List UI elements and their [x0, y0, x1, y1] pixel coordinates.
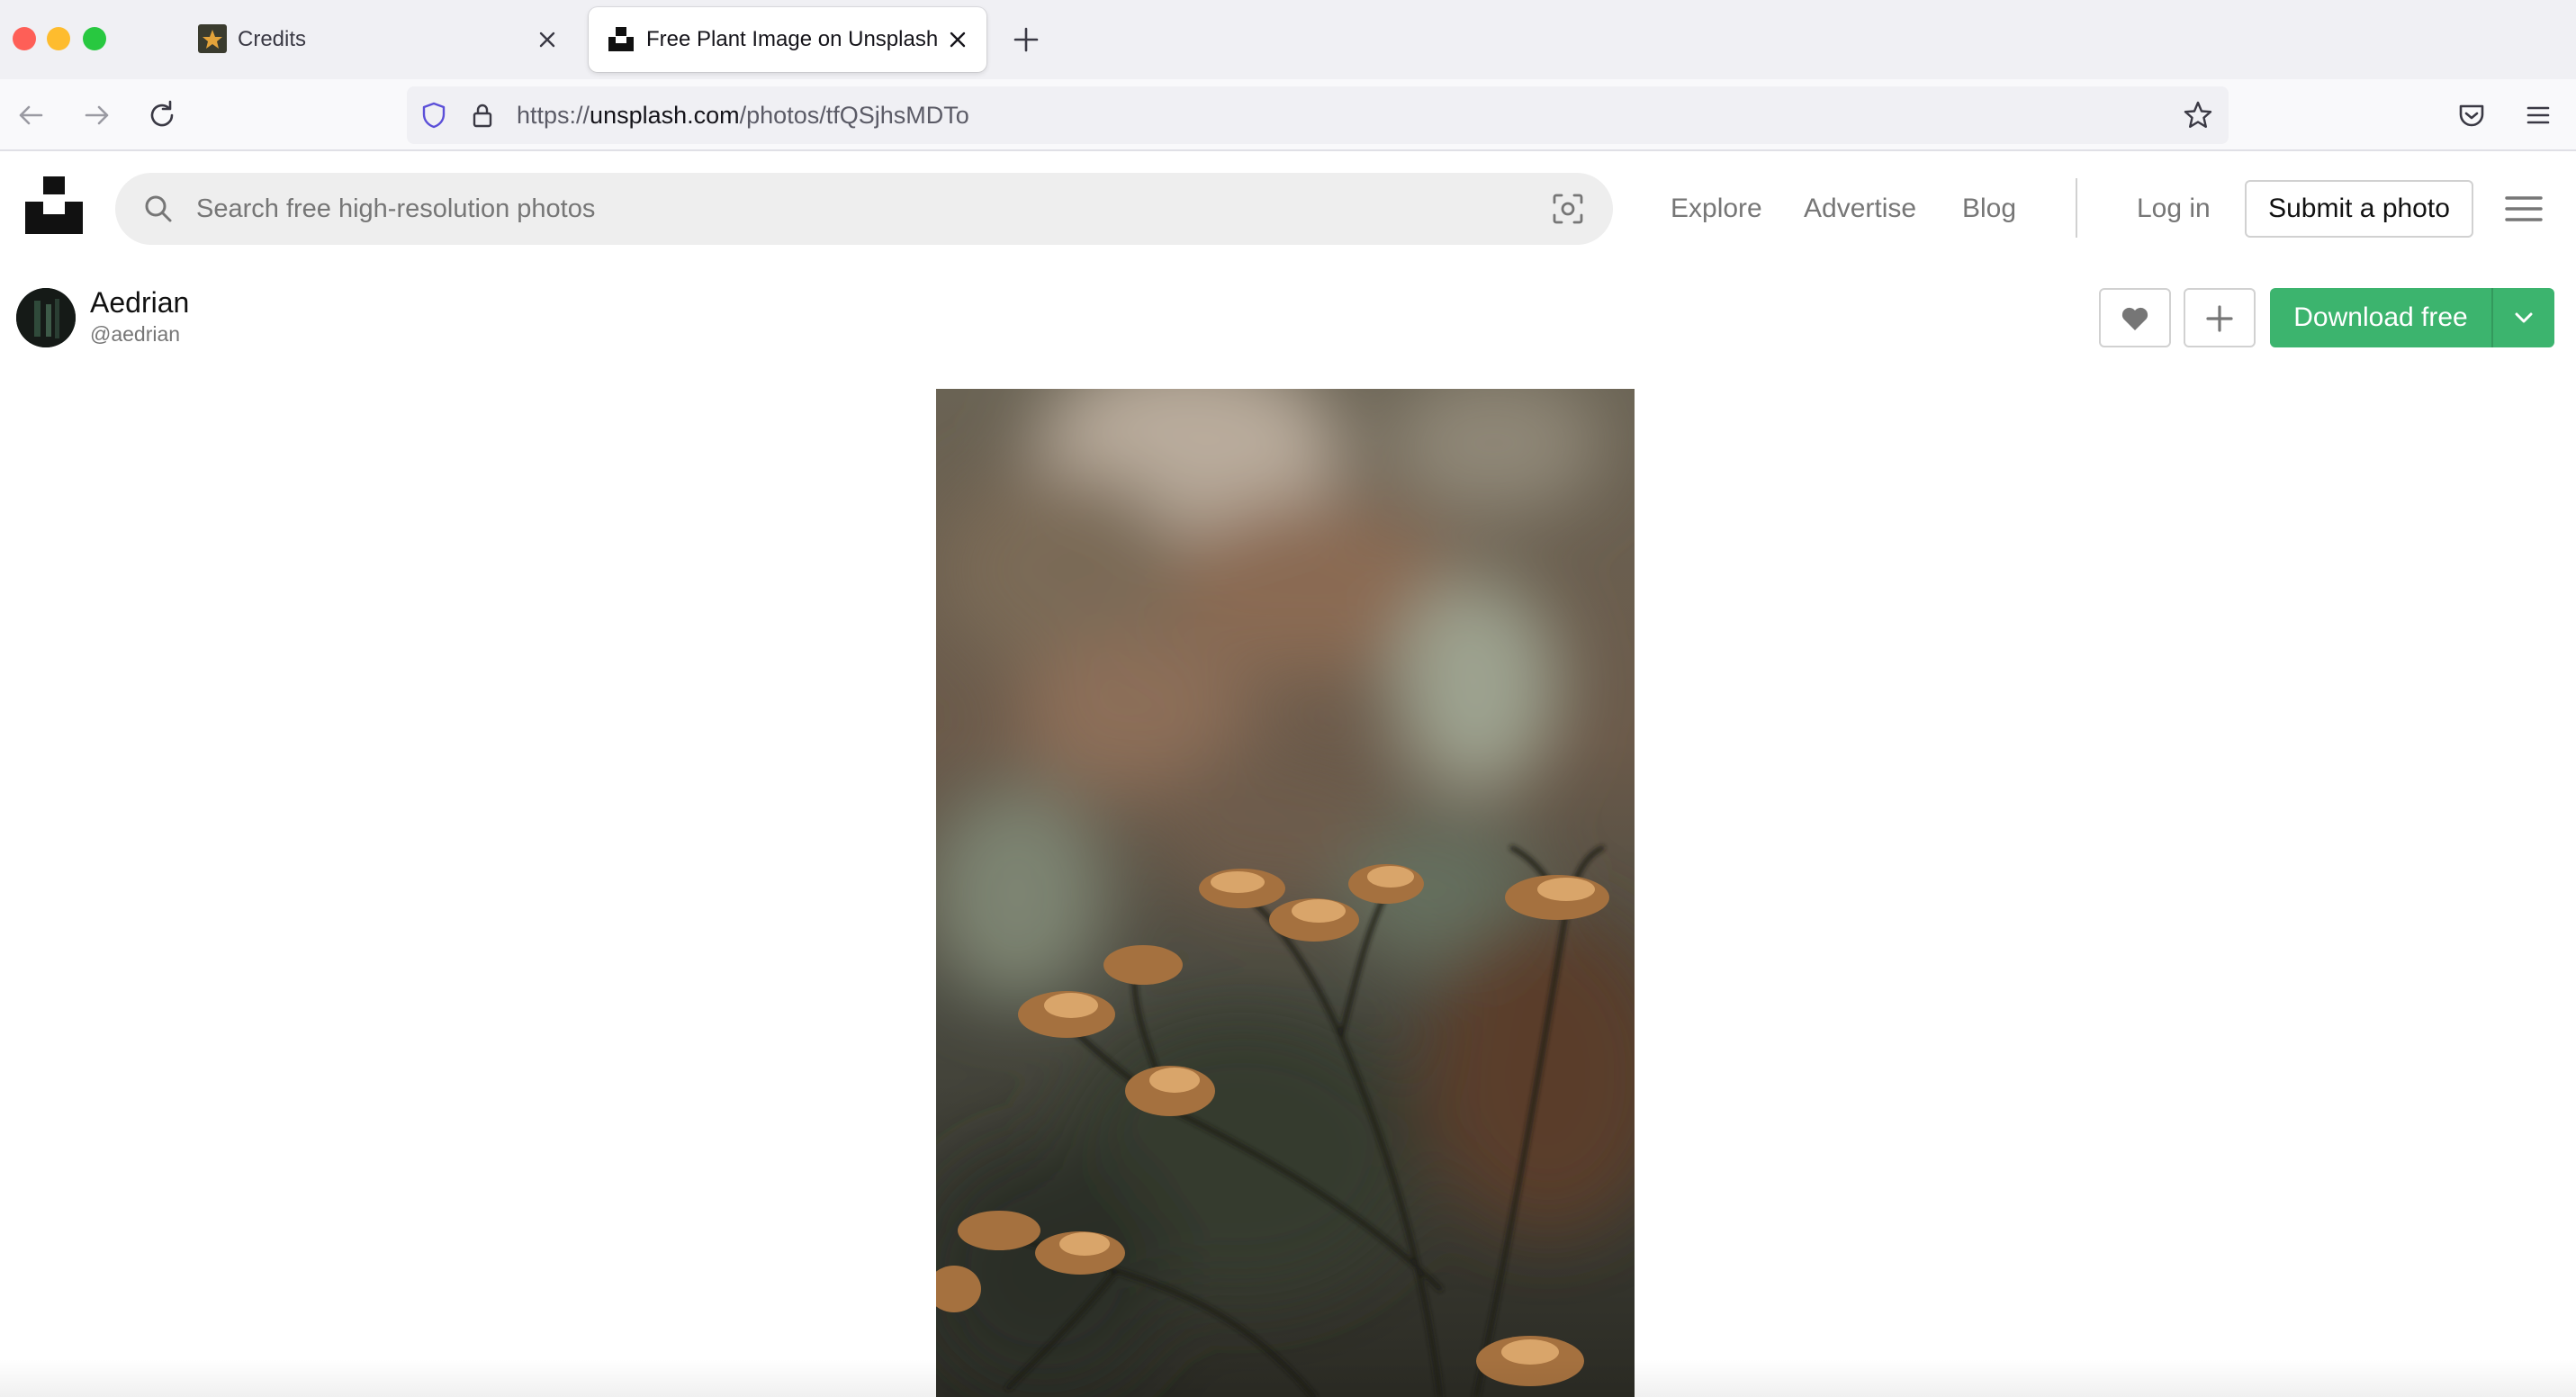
chevron-down-icon: [2515, 312, 2533, 323]
download-button-group: Download free: [2270, 288, 2554, 347]
download-options-button[interactable]: [2493, 288, 2554, 347]
like-button[interactable]: [2099, 288, 2171, 347]
tab-unsplash-photo[interactable]: Free Plant Image on Unsplash: [589, 7, 986, 72]
photographer-avatar[interactable]: [16, 288, 76, 347]
plus-icon: [2206, 305, 2233, 332]
window-close-button[interactable]: [13, 27, 36, 50]
browser-toolbar: https://unsplash.com/photos/tfQSjhsMDTo: [0, 79, 2576, 151]
search-bar[interactable]: Search free high-resolution photos: [115, 173, 1613, 245]
app-menu-icon[interactable]: [2520, 97, 2556, 133]
close-tab-icon[interactable]: [943, 25, 972, 54]
address-bar[interactable]: https://unsplash.com/photos/tfQSjhsMDTo: [407, 86, 2229, 144]
plant-photo-image: [936, 389, 1635, 1397]
nav-blog-link[interactable]: Blog: [1962, 185, 2016, 232]
reload-icon[interactable]: [144, 97, 180, 133]
url-text: https://unsplash.com/photos/tfQSjhsMDTo: [517, 102, 969, 129]
window-zoom-button[interactable]: [83, 27, 106, 50]
browser-tab-bar: Credits Free Plant Image on Unsplash: [0, 0, 2576, 79]
unsplash-favicon-icon: [608, 27, 634, 51]
back-arrow-icon[interactable]: [13, 97, 49, 133]
bookmark-star-icon[interactable]: [2182, 99, 2214, 131]
tracking-protection-shield-icon[interactable]: [419, 101, 448, 130]
submit-photo-button[interactable]: Submit a photo: [2245, 180, 2473, 238]
hamburger-menu-icon[interactable]: [2504, 193, 2544, 225]
search-icon[interactable]: [142, 193, 175, 225]
close-tab-icon[interactable]: [533, 25, 562, 54]
tab-title: Credits: [238, 27, 307, 51]
lock-icon[interactable]: [468, 101, 497, 130]
download-free-button[interactable]: Download free: [2270, 288, 2491, 347]
nav-divider: [2076, 178, 2077, 238]
visual-search-icon[interactable]: [1550, 191, 1586, 227]
login-link[interactable]: Log in: [2137, 185, 2211, 232]
window-minimize-button[interactable]: [47, 27, 70, 50]
unsplash-logo[interactable]: [25, 176, 83, 234]
forward-arrow-icon[interactable]: [79, 97, 115, 133]
search-input[interactable]: Search free high-resolution photos: [196, 173, 595, 245]
photographer-handle[interactable]: @aedrian: [90, 322, 180, 347]
main-photo[interactable]: [936, 389, 1635, 1397]
nav-advertise-link[interactable]: Advertise: [1804, 185, 1916, 232]
tab-credits[interactable]: Credits: [180, 7, 576, 72]
avatar-image: [16, 288, 76, 347]
heart-icon: [2121, 307, 2148, 330]
photographer-name[interactable]: Aedrian: [90, 286, 189, 320]
new-tab-icon[interactable]: [1010, 23, 1042, 56]
credits-favicon-icon: [198, 24, 227, 53]
add-to-collection-button[interactable]: [2184, 288, 2256, 347]
pocket-icon[interactable]: [2454, 97, 2490, 133]
tab-title: Free Plant Image on Unsplash: [646, 27, 939, 51]
nav-explore-link[interactable]: Explore: [1671, 185, 1762, 232]
